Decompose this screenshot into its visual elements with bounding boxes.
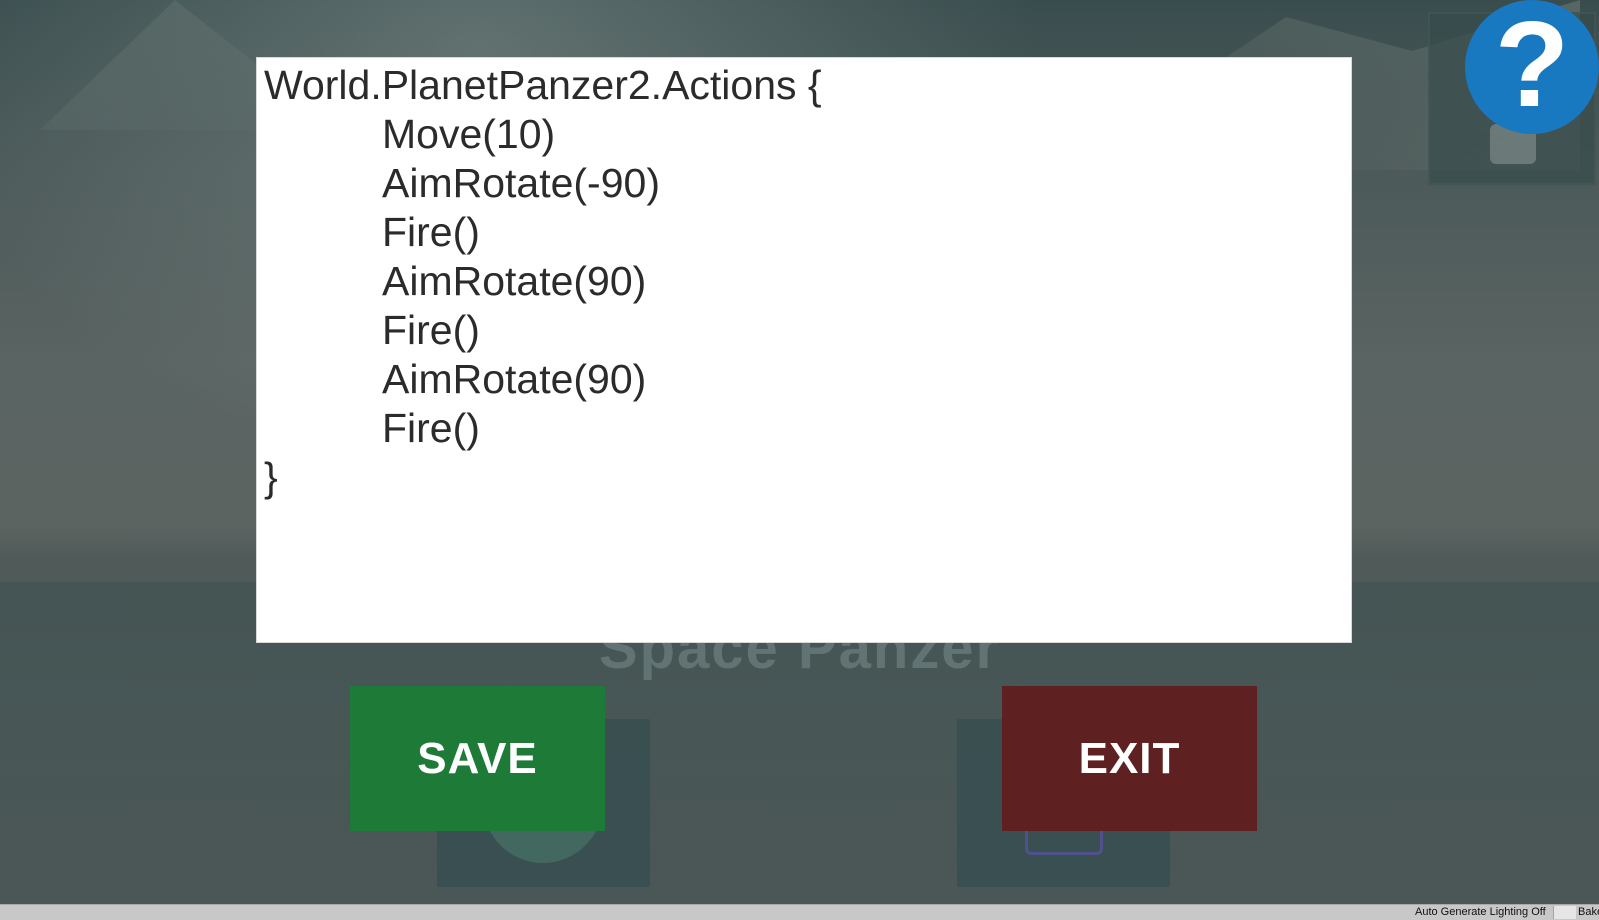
status-bar: Auto Generate Lighting Off Bake [0, 904, 1599, 920]
code-line[interactable]: Fire() [382, 404, 480, 452]
help-button[interactable]: ? [1465, 0, 1599, 134]
code-editor[interactable]: World.PlanetPanzer2.Actions {Move(10) Aim… [256, 57, 1352, 643]
code-line[interactable]: AimRotate(90) [382, 355, 646, 403]
save-button[interactable]: SAVE [350, 686, 605, 831]
code-line[interactable]: Fire() [382, 306, 480, 354]
code-line[interactable]: Fire() [382, 208, 480, 256]
code-line[interactable]: AimRotate(-90) [382, 159, 660, 207]
code-line[interactable]: } [264, 453, 278, 501]
status-separator [1553, 906, 1576, 919]
code-line[interactable]: AimRotate(90) [382, 257, 646, 305]
question-mark-icon: ? [1494, 0, 1570, 132]
code-line[interactable]: World.PlanetPanzer2.Actions { [264, 61, 822, 109]
exit-button[interactable]: EXIT [1002, 686, 1257, 831]
code-line[interactable]: Move(10) [382, 110, 555, 158]
bake-status: Bake [1578, 906, 1599, 918]
lighting-status: Auto Generate Lighting Off [1415, 906, 1546, 918]
